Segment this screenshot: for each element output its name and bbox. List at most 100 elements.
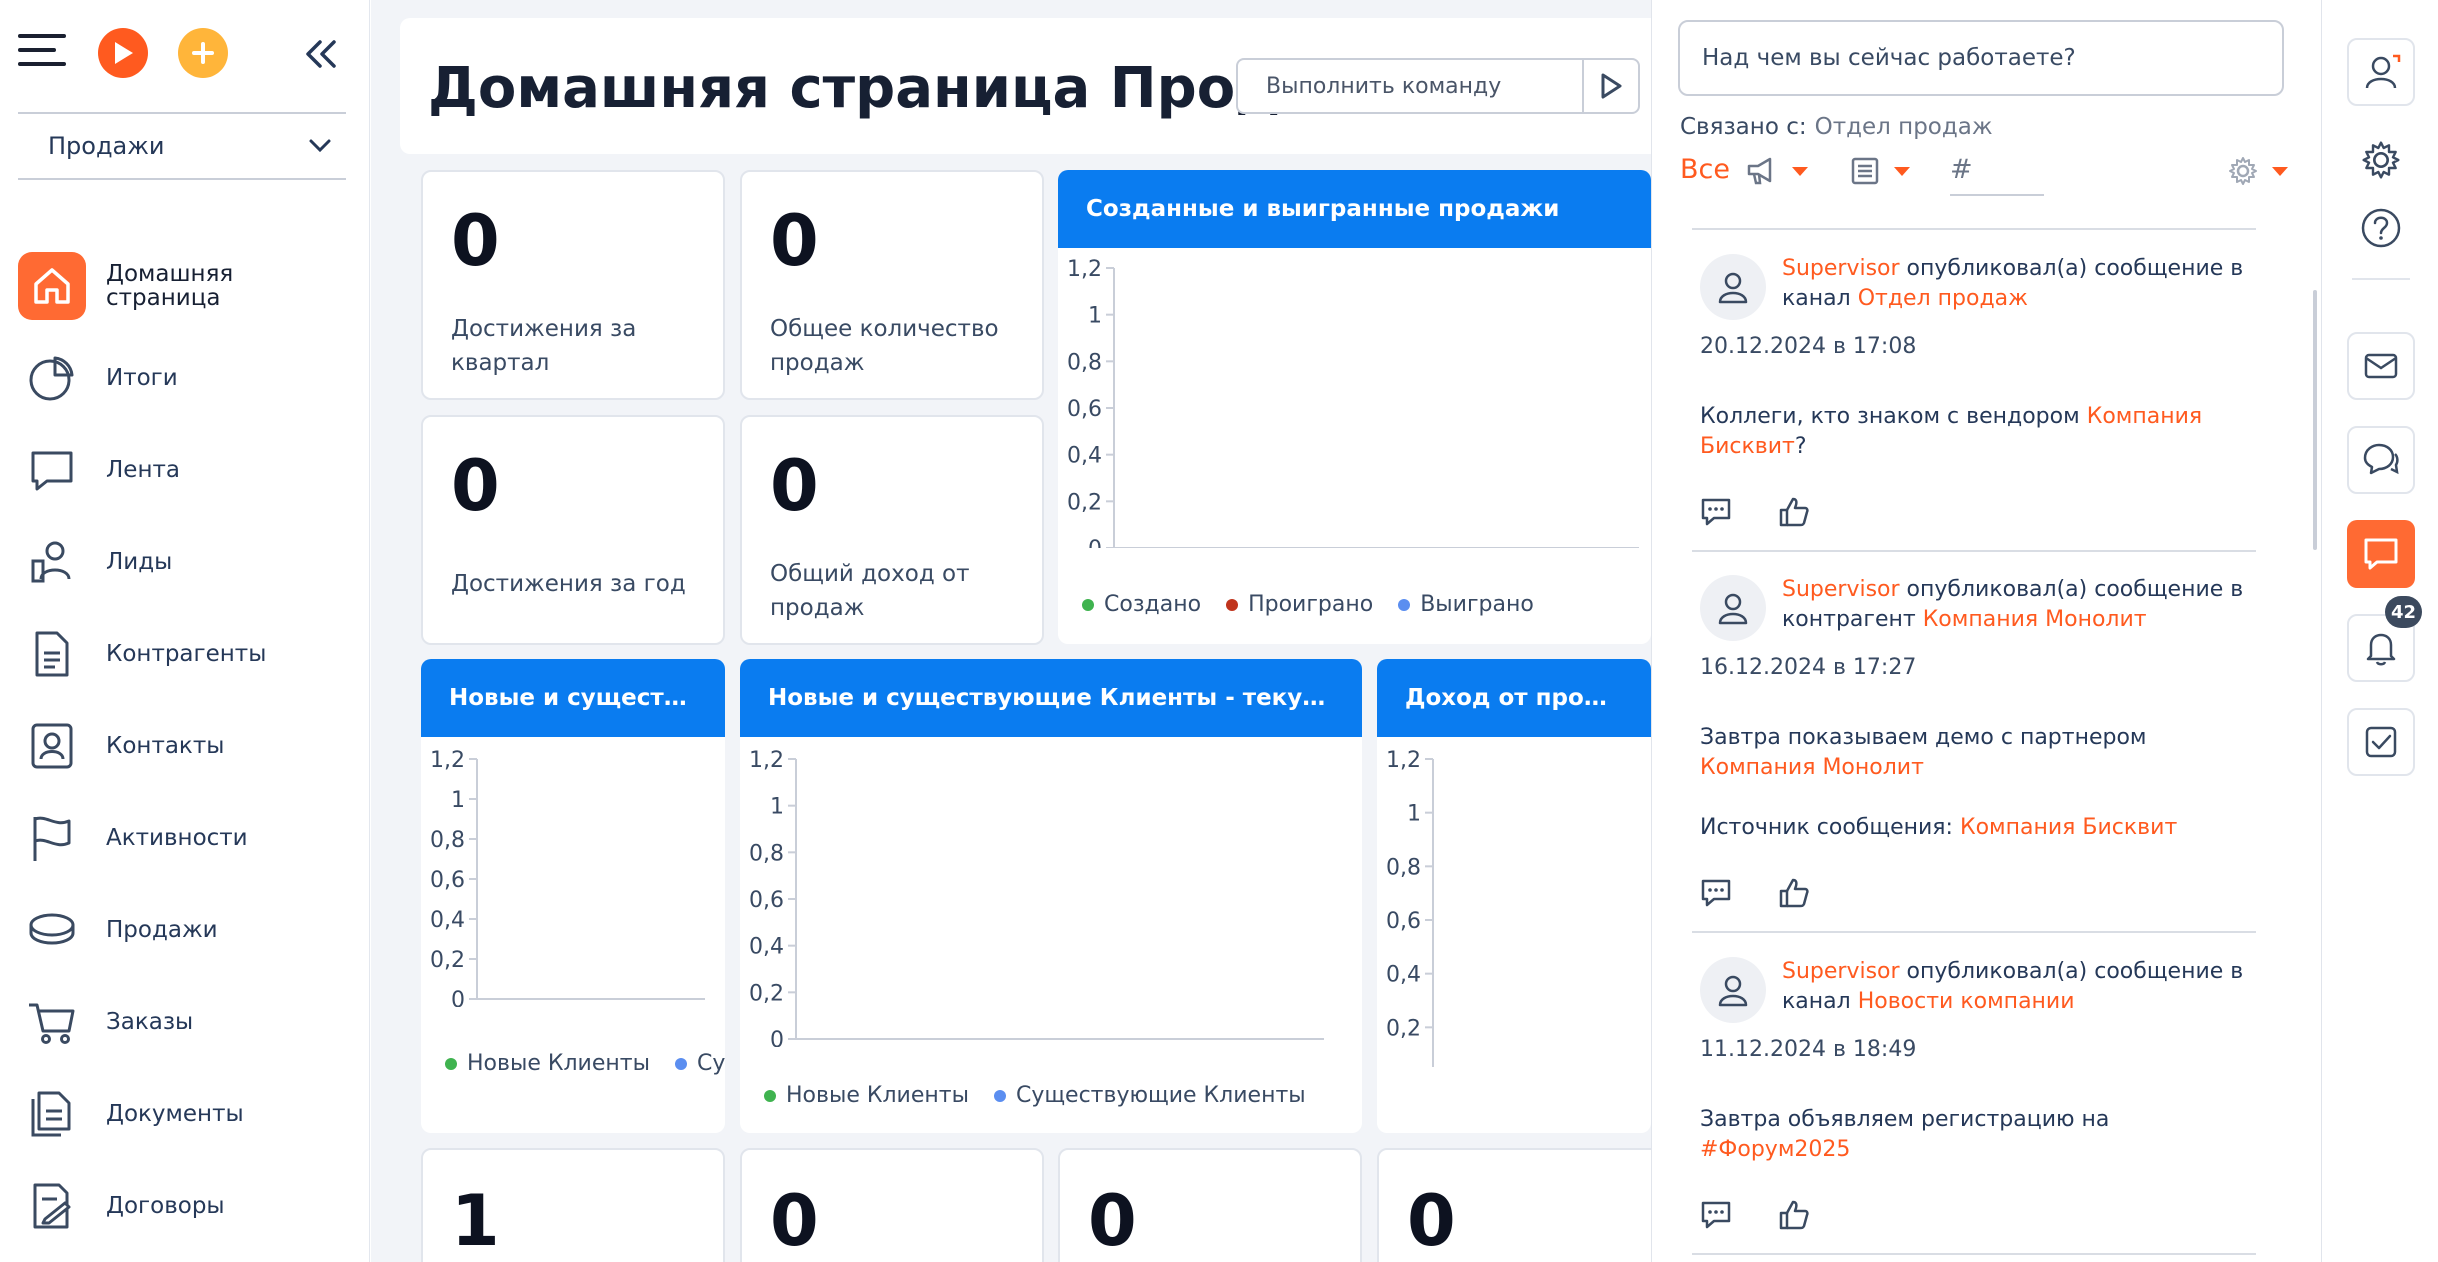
sidebar-item-activities[interactable]: Активности — [18, 792, 358, 884]
y-tick-label: 0,4 — [430, 908, 465, 933]
chats-button[interactable] — [2347, 426, 2415, 494]
post-target[interactable]: Компания Монолит — [1923, 607, 2147, 632]
post-target[interactable]: Новости компании — [1858, 989, 2075, 1014]
caret-down-icon — [2272, 166, 2288, 176]
feed-settings[interactable] — [2228, 156, 2288, 186]
sidebar-nav: Домашняя страница Итоги Лента Лиды Контр… — [18, 240, 358, 1252]
related-value[interactable]: Отдел продаж — [1815, 114, 1993, 140]
y-tick-label: 0,4 — [749, 935, 784, 960]
feed-scrollbar[interactable] — [2313, 290, 2317, 550]
feed-button[interactable] — [2347, 520, 2415, 588]
chart-header[interactable]: Созданные и выигранные продажи — [1058, 170, 1651, 248]
sidebar-item-label: Контакты — [106, 733, 225, 759]
kpi-card-total-sales[interactable]: 0 Общее количество продаж — [740, 170, 1044, 400]
filter-all[interactable]: Все — [1680, 154, 1730, 185]
chart-title: Новые и существующие Клиенты - текущий г… — [768, 685, 1334, 711]
sidebar-item-summary[interactable]: Итоги — [18, 332, 358, 424]
email-button[interactable] — [2347, 332, 2415, 400]
chart-legend: Новые Клиенты Существующие Клиенты — [764, 1083, 1324, 1108]
kpi-card-bottom-4[interactable]: 0 — [1377, 1148, 1681, 1262]
legend-item-existing[interactable]: Существующие Клиенты — [993, 1083, 1306, 1108]
sidebar-item-label: Лента — [106, 457, 180, 483]
legend-item-won[interactable]: Выиграно — [1398, 592, 1534, 617]
sidebar-item-documents[interactable]: Документы — [18, 1068, 358, 1160]
help-icon — [2361, 208, 2401, 248]
play-icon[interactable] — [98, 28, 148, 78]
post-author[interactable]: Supervisor — [1782, 577, 1900, 602]
kpi-value: 0 — [451, 200, 500, 282]
kpi-card-bottom-3[interactable]: 0 — [1058, 1148, 1362, 1262]
post-source-link[interactable]: Компания Бисквит — [1960, 815, 2177, 840]
like-icon[interactable] — [1778, 877, 1810, 909]
post-author[interactable]: Supervisor — [1782, 959, 1900, 984]
y-tick-label: 0,2 — [1386, 1016, 1421, 1041]
kpi-card-bottom-2[interactable]: 0 — [740, 1148, 1044, 1262]
user-icon — [1718, 975, 1748, 1007]
kpi-card-bottom-1[interactable]: 1 — [421, 1148, 725, 1262]
feed-post-input[interactable] — [1678, 20, 2284, 96]
legend-item-existing[interactable]: Существующие Клиент — [674, 1043, 725, 1085]
tasks-button[interactable] — [2347, 708, 2415, 776]
filter-posts[interactable] — [1850, 156, 1910, 186]
post-header: Supervisor опубликовал(а) сообщение в ка… — [1782, 254, 2252, 314]
y-tick-label: 0,8 — [430, 828, 465, 853]
menu-icon[interactable] — [18, 34, 68, 74]
y-tick-label: 0,6 — [430, 868, 465, 893]
post-body: Коллеги, кто знаком с вендором Компания … — [1700, 404, 2203, 459]
sidebar-item-contacts[interactable]: Контакты — [18, 700, 358, 792]
divider — [2352, 278, 2410, 280]
kpi-card-total-revenue[interactable]: 0 Общий доход от продаж — [740, 415, 1044, 645]
kpi-value: 0 — [451, 445, 500, 527]
avatar[interactable] — [1700, 575, 1766, 641]
kpi-card-year[interactable]: 0 Достижения за год — [421, 415, 725, 645]
collapse-sidebar-icon[interactable] — [300, 34, 344, 74]
post-mention[interactable]: Компания Монолит — [1700, 755, 1924, 780]
chart-header[interactable]: Новые и существующие Клиенты - текущий г… — [740, 659, 1362, 737]
sidebar: Продажи Домашняя страница Итоги Лента Ли… — [0, 0, 370, 1262]
post-author[interactable]: Supervisor — [1782, 256, 1900, 281]
like-icon[interactable] — [1778, 1199, 1810, 1231]
chart-new-existing-short: Новые и существую… 1,2 1 0,8 0,6 0,4 0,2 0 Нов… — [421, 659, 725, 1133]
chart-plot: 1,210,80,60,40,20 — [1386, 748, 1434, 1067]
sidebar-item-home[interactable]: Домашняя страница — [18, 240, 358, 332]
legend-item-lost[interactable]: Проиграно — [1226, 592, 1373, 617]
avatar[interactable] — [1700, 254, 1766, 320]
workspace-select[interactable]: Продажи — [18, 112, 346, 180]
y-tick-label: 1 — [770, 795, 784, 820]
like-icon[interactable] — [1778, 496, 1810, 528]
sidebar-item-feed[interactable]: Лента — [18, 424, 358, 516]
post-hashtag[interactable]: #Форум2025 — [1700, 1137, 1850, 1162]
legend-item-new[interactable]: Новые Клиенты — [764, 1083, 969, 1108]
sidebar-item-sales[interactable]: Продажи — [18, 884, 358, 976]
kpi-label: Достижения за год — [451, 571, 686, 597]
sidebar-item-contracts[interactable]: Договоры — [18, 1160, 358, 1252]
filter-announcements[interactable] — [1746, 156, 1808, 186]
post-target[interactable]: Отдел продаж — [1858, 286, 2028, 311]
sidebar-item-orders[interactable]: Заказы — [18, 976, 358, 1068]
sidebar-item-label: Активности — [106, 825, 248, 851]
help-button[interactable] — [2347, 194, 2415, 262]
sidebar-item-leads[interactable]: Лиды — [18, 516, 358, 608]
kpi-value: 0 — [1088, 1180, 1137, 1262]
flag-icon — [18, 804, 86, 872]
comment-icon[interactable] — [1700, 496, 1732, 528]
avatar[interactable] — [1700, 957, 1766, 1023]
profile-button[interactable] — [2347, 38, 2415, 106]
legend-item-new[interactable]: Новые Клиенты — [445, 1043, 650, 1085]
run-command-button[interactable] — [1582, 60, 1638, 112]
chart-header[interactable]: Новые и существую… — [421, 659, 725, 737]
command-input[interactable] — [1238, 60, 1578, 112]
settings-button[interactable] — [2347, 126, 2415, 194]
comment-icon[interactable] — [1700, 877, 1732, 909]
comment-icon[interactable] — [1700, 1199, 1732, 1231]
y-tick-label: 1,2 — [749, 748, 784, 773]
add-icon[interactable] — [178, 28, 228, 78]
legend-item-created[interactable]: Создано — [1082, 592, 1201, 617]
sidebar-item-counterparties[interactable]: Контрагенты — [18, 608, 358, 700]
sidebar-item-label: Продажи — [106, 917, 218, 943]
hashtag-input[interactable] — [1950, 194, 2044, 196]
kpi-label: Общее количество продаж — [770, 316, 999, 376]
checkbox-icon — [2365, 726, 2397, 758]
kpi-card-quarter[interactable]: 0 Достижения за квартал — [421, 170, 725, 400]
chart-header[interactable]: Доход от продаж в р… — [1377, 659, 1651, 737]
